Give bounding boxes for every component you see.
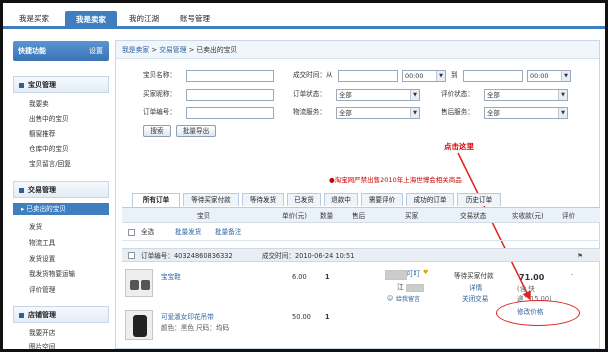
order-checkbox[interactable] (128, 252, 135, 259)
col-buyer: 买家 (405, 212, 419, 220)
col-qty: 数量 (320, 212, 334, 220)
tab-refunding[interactable]: 退款中 (324, 193, 358, 206)
shoe-shape (130, 280, 139, 290)
item-name-link[interactable]: 宝宝鞋 (161, 273, 181, 282)
batch-ship-link[interactable]: 批量发货 (175, 228, 201, 237)
annotation-ellipse (496, 300, 580, 326)
review-value: - (571, 271, 574, 279)
app-window: 我是买家 我是卖家 我的江湖 账号管理 快捷功能 设置 宝贝管理 我要卖 出售中… (3, 3, 605, 349)
item-name-link[interactable]: 可爱淑女印花吊带 (161, 313, 214, 322)
item-thumbnail[interactable] (125, 310, 153, 340)
col-price: 单价(元) (282, 212, 307, 220)
table-header: 宝贝 单价(元) 数量 售后 买家 交易状态 实收款(元) 评价 (122, 207, 600, 223)
tab-await-ship[interactable]: 等待发货 (242, 193, 284, 206)
tab-history[interactable]: 历史订单 (457, 193, 501, 206)
batch-note-link[interactable]: 批量备注 (215, 228, 241, 237)
tab-shipped[interactable]: 已发货 (287, 193, 321, 206)
item-price: 6.00 (292, 273, 307, 281)
col-status: 交易状态 (460, 212, 487, 220)
order-total: 71.00 (519, 273, 545, 282)
item-thumbnail[interactable] (125, 269, 153, 297)
item-spec: 颜色：黑色 尺码：均码 (161, 324, 230, 332)
item-qty: 1 (325, 313, 330, 321)
tab-need-review[interactable]: 需要评价 (361, 193, 403, 206)
dress-shape (133, 315, 147, 337)
col-paid: 实收款(元) (512, 212, 544, 220)
contact-link[interactable]: 给我留言 (396, 295, 420, 304)
col-item: 宝贝 (197, 212, 211, 220)
shipping-note: (含 快 (517, 285, 535, 293)
flag-icon[interactable]: ⚑ (577, 249, 583, 263)
rank-heart-icon: ♥ (423, 269, 429, 276)
buyer-real-name: 江 (397, 283, 404, 291)
notice-banner: ●淘宝网严禁出售2010年上海世博会相关商品 (329, 174, 462, 184)
order-time: 成交时间：2010-06-24 10:51 (262, 252, 355, 260)
item-price: 50.00 (292, 313, 311, 321)
tab-all-orders[interactable]: 所有订单 (132, 193, 180, 207)
tab-success[interactable]: 成功的订单 (406, 193, 454, 206)
notice-text: 淘宝网严禁出售2010年上海世博会相关商品 (334, 176, 462, 184)
item-qty: 1 (325, 273, 330, 281)
details-link[interactable]: 详情 (469, 284, 482, 293)
batch-toolbar: 全选 批量发货 批量备注 (122, 224, 600, 241)
buyer-name-blurred (406, 284, 424, 292)
buyer-nick-link[interactable]: 叮叮 (407, 270, 420, 279)
col-review: 评价 (562, 212, 576, 220)
order-number: 订单编号：40324860836332 (141, 252, 233, 260)
tab-await-payment[interactable]: 等待买家付款 (183, 193, 239, 206)
col-after-sale: 售后 (352, 212, 366, 220)
shoe-shape (141, 280, 150, 290)
chat-icon[interactable]: ☺ (387, 295, 393, 302)
select-all-label: 全选 (141, 228, 155, 236)
order-header: 订单编号：40324860836332 成交时间：2010-06-24 10:5… (122, 248, 600, 262)
order-status: 等待买家付款 (454, 272, 494, 280)
select-all-checkbox[interactable] (128, 229, 135, 236)
buyer-avatar-blurred (385, 270, 407, 280)
close-trade-link[interactable]: 关闭交易 (462, 295, 488, 304)
